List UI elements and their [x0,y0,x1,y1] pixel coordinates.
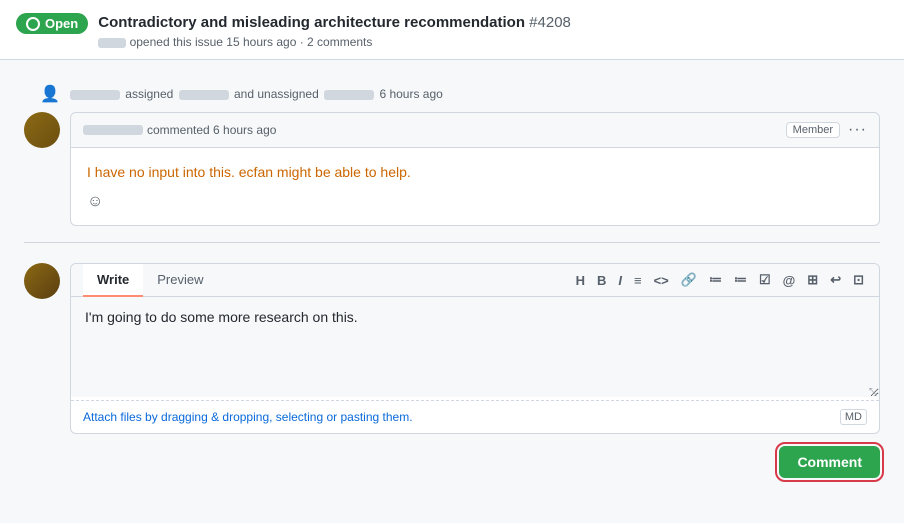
toolbar-ordered-list[interactable]: ≔ [731,270,750,290]
toolbar-fullscreen[interactable]: ⊡ [850,270,867,290]
md-badge: MD [840,409,867,425]
page-wrapper: Open Contradictory and misleading archit… [0,0,904,494]
author-avatar-pill [98,38,126,48]
main-content: 👤 assigned and unassigned 6 hours ago co… [0,60,904,494]
toolbar-mention[interactable]: @ [780,271,799,290]
comment-button[interactable]: Comment [779,446,880,478]
activity-text: assigned and unassigned 6 hours ago [68,87,443,101]
divider [24,242,880,243]
user-pill-1 [70,90,120,100]
compose-box: Write Preview H B I ≡ <> 🔗 ≔ ≔ ☑ @ [70,263,880,434]
compose-avatar [24,263,60,299]
toolbar-bold[interactable]: B [594,271,609,290]
toolbar-heading[interactable]: H [573,271,588,290]
activity-row: 👤 assigned and unassigned 6 hours ago [40,76,880,112]
more-options-button[interactable]: ··· [848,121,867,139]
tab-preview[interactable]: Preview [143,264,217,297]
open-circle-icon [26,17,40,31]
resize-handle: ⤡ [869,387,877,398]
comment-body: I have no input into this. ecfan might b… [71,148,879,225]
comment-meta-text: commented 6 hours ago [147,123,276,137]
toolbar-code[interactable]: <> [651,271,672,290]
toolbar-reference[interactable]: ⊞ [804,270,821,290]
comment-box: commented 6 hours ago Member ··· I have … [70,112,880,226]
compose-footer: Attach files by dragging & dropping, sel… [71,400,879,433]
issue-title: Contradictory and misleading architectur… [98,12,571,33]
commenter-avatar [24,112,60,148]
toolbar-unordered-list[interactable]: ≔ [706,270,725,290]
user-pill-2 [179,90,229,100]
textarea-wrapper: I'm going to do some more research on th… [71,297,879,400]
compose-section: Write Preview H B I ≡ <> 🔗 ≔ ≔ ☑ @ [24,263,880,434]
comment-header-left: commented 6 hours ago [83,123,276,137]
comment-header-right: Member ··· [786,121,867,139]
emoji-reaction-button[interactable]: ☺ [87,193,863,211]
submit-row: Comment [24,446,880,478]
toolbar-link[interactable]: 🔗 [678,270,700,290]
comment-header: commented 6 hours ago Member ··· [71,113,879,148]
comment-author-pill [83,125,143,135]
toolbar-task-list[interactable]: ☑ [756,270,774,290]
comment-text: I have no input into this. ecfan might b… [87,162,863,183]
issue-header: Open Contradictory and misleading archit… [0,0,904,60]
compose-toolbar: H B I ≡ <> 🔗 ≔ ≔ ☑ @ ⊞ ↩ ⊡ [573,264,867,296]
person-icon: 👤 [40,84,60,104]
compose-input[interactable]: I'm going to do some more research on th… [71,297,879,397]
member-badge: Member [786,122,840,138]
open-badge: Open [16,13,88,34]
compose-tabs: Write Preview H B I ≡ <> 🔗 ≔ ≔ ☑ @ [71,264,879,297]
attach-text: Attach files by dragging & dropping, sel… [83,410,413,424]
open-badge-label: Open [45,16,78,31]
comment-section: commented 6 hours ago Member ··· I have … [24,112,880,226]
toolbar-undo[interactable]: ↩ [827,270,844,290]
toolbar-italic[interactable]: I [615,271,625,290]
user-pill-3 [324,90,374,100]
issue-title-block: Contradictory and misleading architectur… [98,12,571,49]
compose-tabs-left: Write Preview [83,264,218,296]
toolbar-quote[interactable]: ≡ [631,271,645,290]
issue-meta: opened this issue 15 hours ago · 2 comme… [98,35,571,49]
tab-write[interactable]: Write [83,264,143,297]
